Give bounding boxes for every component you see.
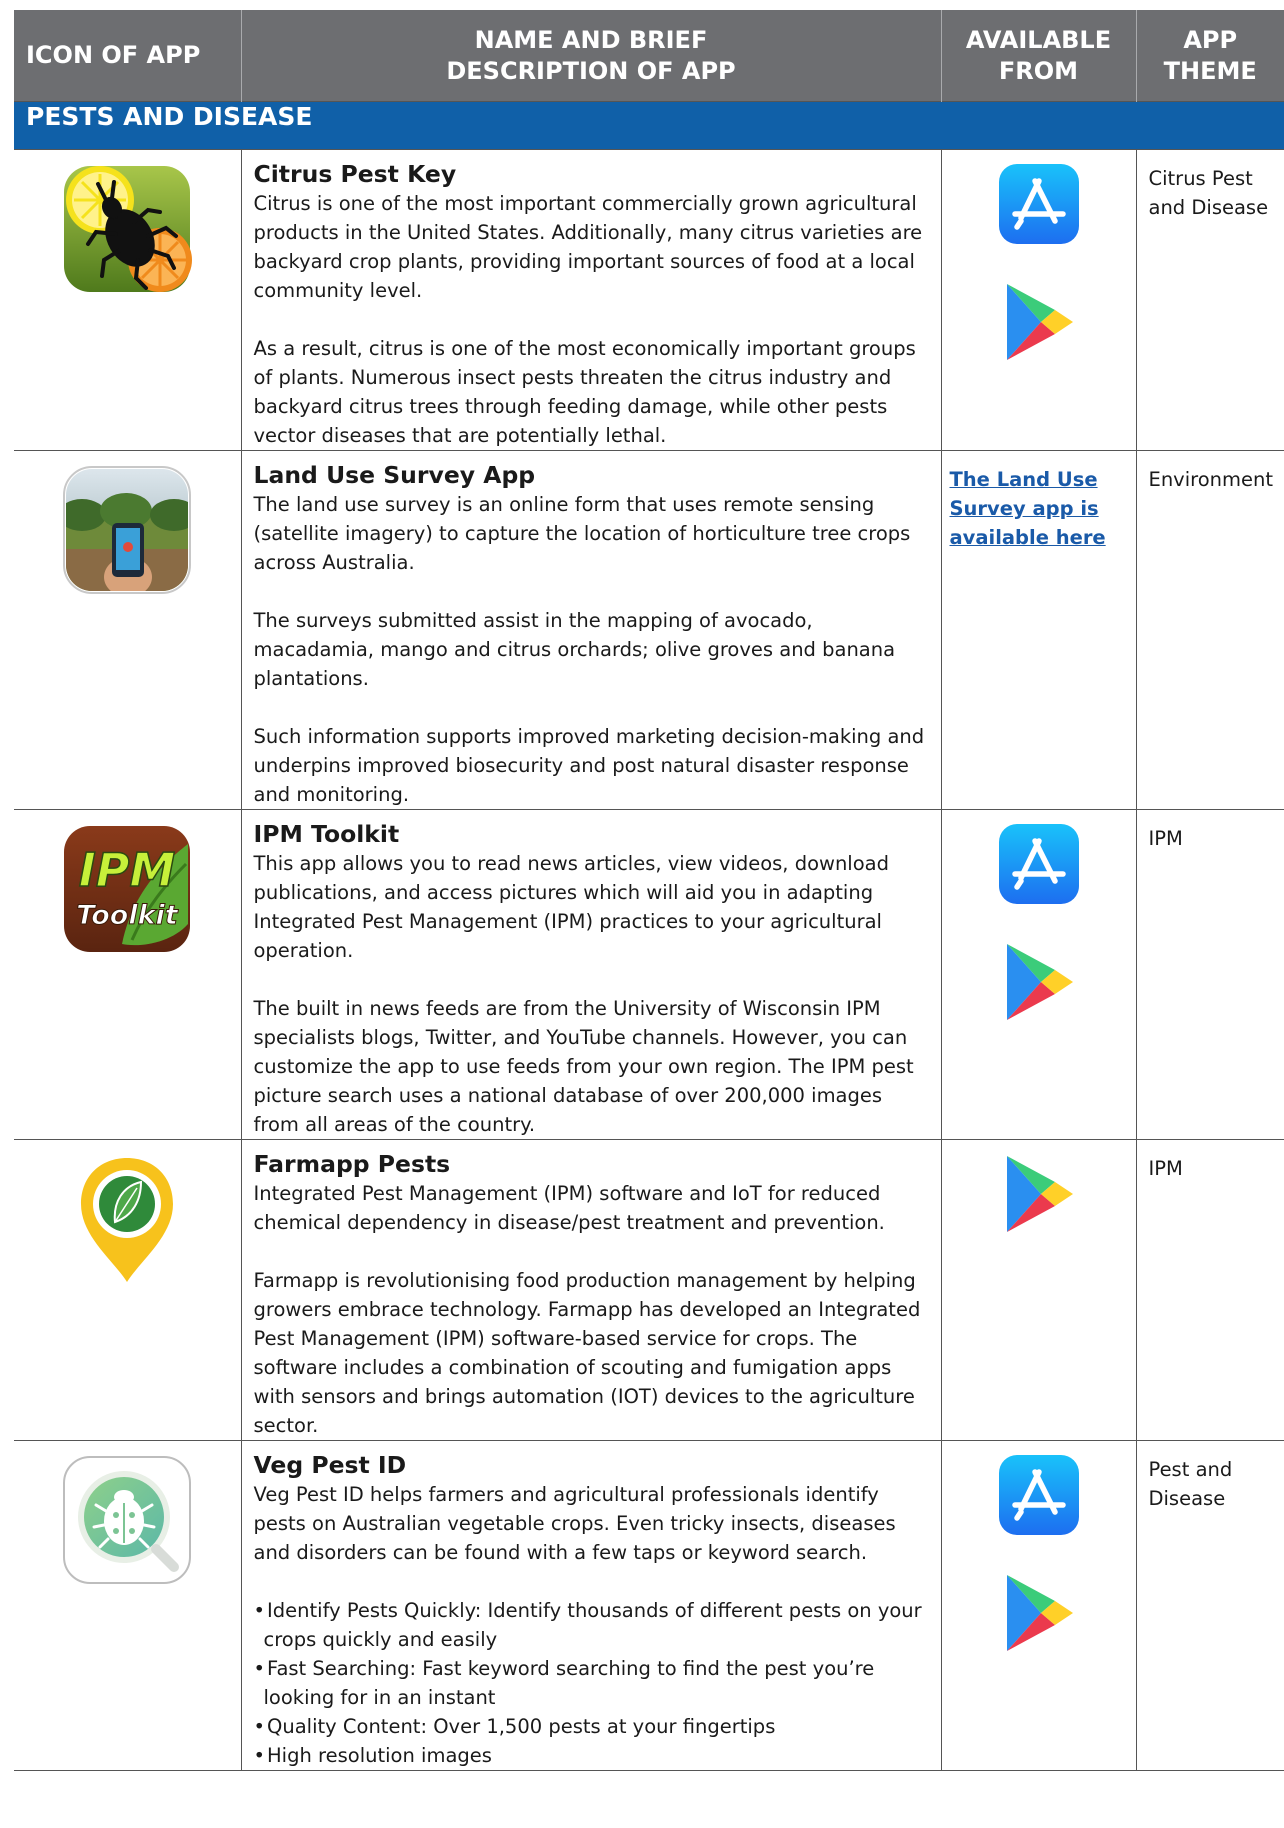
land-use-survey-link[interactable]: The Land Use Survey app is available her… xyxy=(950,465,1116,552)
description-paragraph: Veg Pest ID helps farmers and agricultur… xyxy=(253,1483,896,1564)
description-paragraph: This app allows you to read news article… xyxy=(253,852,889,962)
veg-pest-id-icon xyxy=(63,1456,192,1584)
table-row: Farmapp Pests Integrated Pest Management… xyxy=(14,1139,1284,1441)
land-use-survey-icon xyxy=(63,466,192,594)
header-name-line2: DESCRIPTION OF APP xyxy=(446,56,736,85)
icon-cell xyxy=(14,450,242,810)
description-paragraph: Such information supports improved marke… xyxy=(253,725,925,806)
description-paragraph: The built in news feeds are from the Uni… xyxy=(253,997,914,1136)
app-theme-cell: Pest and Disease xyxy=(1135,1440,1284,1771)
section-title: PESTS AND DISEASE xyxy=(14,101,1284,150)
table-row: Citrus Pest Key Citrus is one of the mos… xyxy=(14,149,1284,451)
app-store-icon[interactable] xyxy=(999,164,1079,244)
description-cell: Veg Pest ID Veg Pest ID helps farmers an… xyxy=(240,1440,942,1771)
list-item: Quality Content: Over 1,500 pests at you… xyxy=(254,1712,931,1741)
description-cell: Farmapp Pests Integrated Pest Management… xyxy=(240,1139,942,1441)
description-paragraph: Integrated Pest Management (IPM) softwar… xyxy=(253,1182,885,1234)
icon-cell xyxy=(14,149,242,451)
app-name: Farmapp Pests xyxy=(253,1150,451,1178)
app-store-icon[interactable] xyxy=(999,824,1079,904)
header-available-line1: AVAILABLE xyxy=(965,25,1112,54)
google-play-icon[interactable] xyxy=(999,942,1079,1022)
icon-cell: IPM Toolkit xyxy=(14,809,242,1140)
google-play-icon[interactable] xyxy=(999,282,1079,362)
ipm-icon-subword: Toolkit xyxy=(77,900,180,931)
header-available-from: AVAILABLE FROM xyxy=(941,10,1137,102)
app-name: IPM Toolkit xyxy=(253,820,400,848)
available-from-cell xyxy=(940,809,1137,1140)
ipm-toolkit-icon: IPM Toolkit xyxy=(64,826,191,952)
app-store-icon[interactable] xyxy=(999,1455,1079,1535)
available-from-cell xyxy=(940,1139,1137,1441)
description-cell: Land Use Survey App The land use survey … xyxy=(240,450,942,810)
icon-cell xyxy=(14,1139,242,1441)
header-icon-of-app: ICON OF APP xyxy=(14,10,242,102)
table-row: Veg Pest ID Veg Pest ID helps farmers an… xyxy=(14,1440,1284,1771)
available-from-cell xyxy=(940,149,1137,451)
google-play-icon[interactable] xyxy=(999,1573,1079,1653)
header-name-line1: NAME AND BRIEF xyxy=(474,25,708,54)
available-from-cell xyxy=(940,1440,1137,1771)
list-item: Fast Searching: Fast keyword searching t… xyxy=(254,1654,931,1712)
app-table-sheet: ICON OF APP NAME AND BRIEF DESCRIPTION O… xyxy=(14,10,1284,1771)
table-row: IPM Toolkit IPM Toolkit This app allows … xyxy=(14,809,1284,1140)
app-name: Land Use Survey App xyxy=(253,461,536,489)
table-header: ICON OF APP NAME AND BRIEF DESCRIPTION O… xyxy=(14,10,1284,102)
farmapp-pests-icon xyxy=(81,1158,174,1282)
app-theme-cell: IPM xyxy=(1135,809,1284,1140)
description-paragraph: The land use survey is an online form th… xyxy=(253,493,911,574)
description-paragraph: The surveys submitted assist in the mapp… xyxy=(253,609,896,690)
header-name-description: NAME AND BRIEF DESCRIPTION OF APP xyxy=(241,10,942,102)
header-theme-line1: APP xyxy=(1183,25,1238,54)
app-name: Veg Pest ID xyxy=(253,1451,407,1479)
description-paragraph: As a result, citrus is one of the most e… xyxy=(253,337,916,447)
ipm-icon-word: IPM xyxy=(79,843,176,897)
section-row: PESTS AND DISEASE xyxy=(14,101,1284,150)
app-theme-cell: IPM xyxy=(1135,1139,1284,1441)
list-item: High resolution images xyxy=(254,1741,931,1770)
description-paragraph: Citrus is one of the most important comm… xyxy=(253,192,923,302)
description-cell: IPM Toolkit This app allows you to read … xyxy=(240,809,942,1140)
available-from-cell: The Land Use Survey app is available her… xyxy=(940,450,1137,810)
icon-cell xyxy=(14,1440,242,1771)
google-play-icon[interactable] xyxy=(999,1154,1079,1234)
citrus-pest-key-icon xyxy=(64,166,193,292)
feature-list: Identify Pests Quickly: Identify thousan… xyxy=(254,1596,931,1770)
description-cell: Citrus Pest Key Citrus is one of the mos… xyxy=(240,149,942,451)
apps-table: ICON OF APP NAME AND BRIEF DESCRIPTION O… xyxy=(14,10,1284,1771)
description-paragraph: Farmapp is revolutionising food producti… xyxy=(253,1269,921,1437)
header-app-theme: APP THEME xyxy=(1136,10,1284,102)
app-name: Citrus Pest Key xyxy=(253,160,457,188)
app-theme-cell: Citrus Pest and Disease xyxy=(1135,149,1284,451)
list-item: Identify Pests Quickly: Identify thousan… xyxy=(254,1596,931,1654)
header-available-line2: FROM xyxy=(998,56,1079,85)
header-theme-line2: THEME xyxy=(1163,56,1257,85)
app-theme-cell: Environment xyxy=(1135,450,1284,810)
table-row: Land Use Survey App The land use survey … xyxy=(14,450,1284,810)
